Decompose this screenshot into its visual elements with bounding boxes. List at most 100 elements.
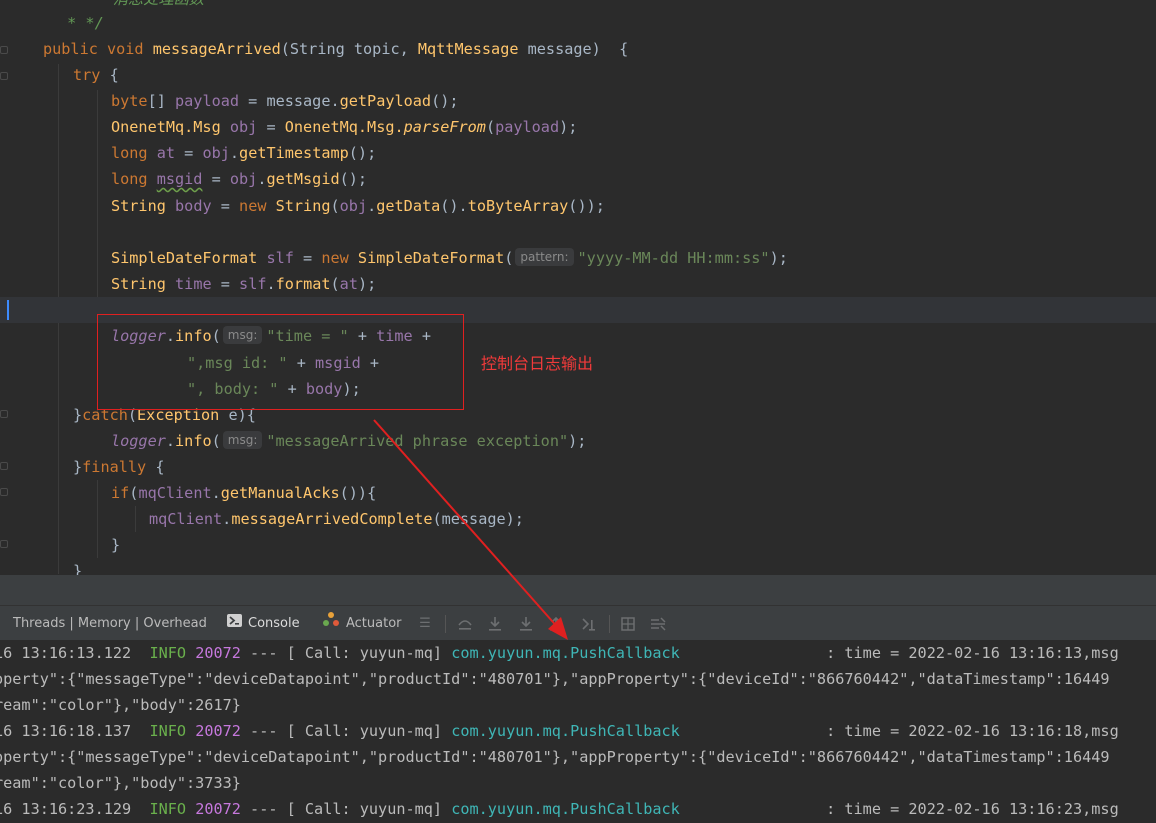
code-token: toByteArray bbox=[467, 197, 569, 215]
tab-console[interactable]: Console bbox=[227, 606, 300, 641]
code-text: }finally { bbox=[73, 454, 164, 480]
code-token: logger bbox=[111, 432, 166, 450]
code-line[interactable] bbox=[0, 219, 1156, 245]
log-level: INFO bbox=[149, 722, 187, 740]
console-line: operty":{"messageType":"deviceDatapoint"… bbox=[0, 666, 1156, 692]
actuator-icon bbox=[322, 606, 340, 641]
code-text: String body = new String(obj.getData().t… bbox=[111, 193, 605, 219]
code-line[interactable]: OnenetMq.Msg obj = OnenetMq.Msg.parseFro… bbox=[0, 114, 1156, 140]
code-token: = bbox=[202, 170, 230, 188]
tab-threads-memory-overhead[interactable]: Threads | Memory | Overhead bbox=[13, 606, 207, 641]
code-text: } bbox=[111, 532, 120, 558]
parameter-hint: pattern: bbox=[515, 248, 574, 266]
code-token: getMsgid bbox=[266, 170, 340, 188]
logger-class: com.yuyun.mq.PushCallback bbox=[451, 800, 680, 818]
code-token: format bbox=[275, 275, 331, 293]
console-line: 16 13:16:13.122 INFO 20072 --- [ Call: y… bbox=[0, 640, 1156, 666]
console-line: 16 13:16:18.137 INFO 20072 --- [ Call: y… bbox=[0, 718, 1156, 744]
log-level: INFO bbox=[149, 644, 187, 662]
code-token: String bbox=[111, 275, 166, 293]
editor-panel-splitter[interactable] bbox=[0, 575, 1156, 605]
console-text: operty":{"messageType":"deviceDatapoint"… bbox=[0, 670, 1110, 688]
code-editor[interactable]: * 消息处理函数 * */public void messageArrived(… bbox=[0, 0, 1156, 575]
code-line[interactable]: logger.info(msg: "messageArrived phrase e… bbox=[0, 428, 1156, 454]
code-token: { bbox=[155, 458, 165, 476]
console-text: --- [ Call: yuyun-mq] bbox=[240, 644, 452, 662]
parameter-hint: msg: bbox=[222, 431, 263, 449]
code-token: . bbox=[165, 432, 176, 450]
code-token: mqClient bbox=[149, 510, 223, 528]
code-line[interactable]: * */ bbox=[0, 10, 1156, 36]
code-token: SimpleDateFormat bbox=[357, 249, 505, 267]
code-token: 消息处理函数 bbox=[76, 0, 204, 8]
console-output[interactable]: 16 13:16:13.122 INFO 20072 --- [ Call: y… bbox=[0, 640, 1156, 823]
process-id: 20072 bbox=[195, 722, 241, 740]
code-line[interactable]: SimpleDateFormat slf = new SimpleDateFor… bbox=[0, 245, 1156, 271]
code-token: } bbox=[73, 406, 83, 424]
code-text: long msgid = obj.getMsgid(); bbox=[111, 166, 367, 192]
run-to-cursor-icon[interactable] bbox=[581, 616, 597, 632]
console-text: --- [ Call: yuyun-mq] bbox=[240, 800, 452, 818]
code-token: "messageArrived phrase exception" bbox=[266, 432, 569, 450]
code-line[interactable]: public void messageArrived(String topic,… bbox=[0, 36, 1156, 62]
code-token: } bbox=[73, 562, 83, 575]
process-id: 20072 bbox=[195, 800, 241, 818]
code-token: obj bbox=[202, 144, 230, 162]
code-token: (message); bbox=[432, 510, 524, 528]
code-token: ); bbox=[559, 118, 578, 136]
console-text: ream":"color"},"body":2617} bbox=[0, 696, 241, 714]
tab-threads-label: Threads | Memory | Overhead bbox=[13, 616, 207, 631]
trace-icon[interactable] bbox=[650, 616, 666, 632]
console-line: operty":{"messageType":"deviceDatapoint"… bbox=[0, 744, 1156, 770]
toolbar-divider bbox=[609, 615, 610, 633]
force-step-into-icon[interactable] bbox=[518, 616, 534, 632]
code-token: = bbox=[257, 118, 285, 136]
code-token: ); bbox=[568, 432, 587, 450]
code-line[interactable]: } bbox=[0, 558, 1156, 575]
code-token: ); bbox=[357, 275, 377, 293]
code-token: slf bbox=[239, 275, 267, 293]
code-token: = bbox=[293, 249, 322, 267]
console-text: : time = 2022-02-16 13:16:18,msg bbox=[679, 722, 1119, 740]
code-line[interactable]: }finally { bbox=[0, 454, 1156, 480]
code-text: mqClient.messageArrivedComplete(message)… bbox=[149, 506, 524, 532]
code-token: = message. bbox=[239, 92, 340, 110]
code-token: parseFrom bbox=[403, 118, 486, 136]
code-token: info bbox=[175, 432, 212, 450]
code-token: body bbox=[175, 197, 212, 215]
step-into-icon[interactable] bbox=[487, 616, 503, 632]
code-token: . bbox=[229, 144, 240, 162]
code-token: messageArrivedComplete bbox=[231, 510, 433, 528]
code-token: finally bbox=[82, 458, 156, 476]
code-text: SimpleDateFormat slf = new SimpleDateFor… bbox=[111, 245, 788, 271]
step-over-icon[interactable] bbox=[457, 616, 473, 632]
code-line[interactable]: try { bbox=[0, 62, 1156, 88]
code-token: try bbox=[73, 66, 110, 84]
code-line[interactable]: long at = obj.getTimestamp(); bbox=[0, 140, 1156, 166]
console-text: 16 13:16:23.129 bbox=[0, 800, 150, 818]
step-out-icon[interactable] bbox=[548, 616, 564, 632]
code-line[interactable]: if(mqClient.getManualAcks()){ bbox=[0, 480, 1156, 506]
code-line[interactable]: String body = new String(obj.getData().t… bbox=[0, 193, 1156, 219]
code-token: byte bbox=[111, 92, 148, 110]
logger-class: com.yuyun.mq.PushCallback bbox=[451, 644, 680, 662]
menu-icon[interactable]: ☰ bbox=[417, 616, 433, 632]
code-line[interactable]: } bbox=[0, 532, 1156, 558]
process-id: 20072 bbox=[195, 644, 241, 662]
code-line[interactable]: byte[] payload = message.getPayload(); bbox=[0, 88, 1156, 114]
code-line[interactable]: String time = slf.format(at); bbox=[0, 271, 1156, 297]
code-text: public void messageArrived(String topic,… bbox=[43, 36, 628, 62]
tab-actuator[interactable]: Actuator bbox=[322, 606, 402, 641]
code-line[interactable]: mqClient.messageArrivedComplete(message)… bbox=[0, 506, 1156, 532]
code-text: byte[] payload = message.getPayload(); bbox=[111, 88, 459, 114]
code-token: getManualAcks bbox=[220, 484, 340, 502]
code-token: String bbox=[111, 197, 166, 215]
code-line[interactable]: long msgid = obj.getMsgid(); bbox=[0, 166, 1156, 192]
code-token: obj bbox=[229, 118, 258, 136]
code-token: ( bbox=[330, 275, 340, 293]
code-token: message) { bbox=[518, 40, 629, 58]
code-token: ( bbox=[330, 197, 340, 215]
evaluate-icon[interactable] bbox=[620, 616, 636, 632]
code-token: OnenetMq.Msg. bbox=[284, 118, 404, 136]
